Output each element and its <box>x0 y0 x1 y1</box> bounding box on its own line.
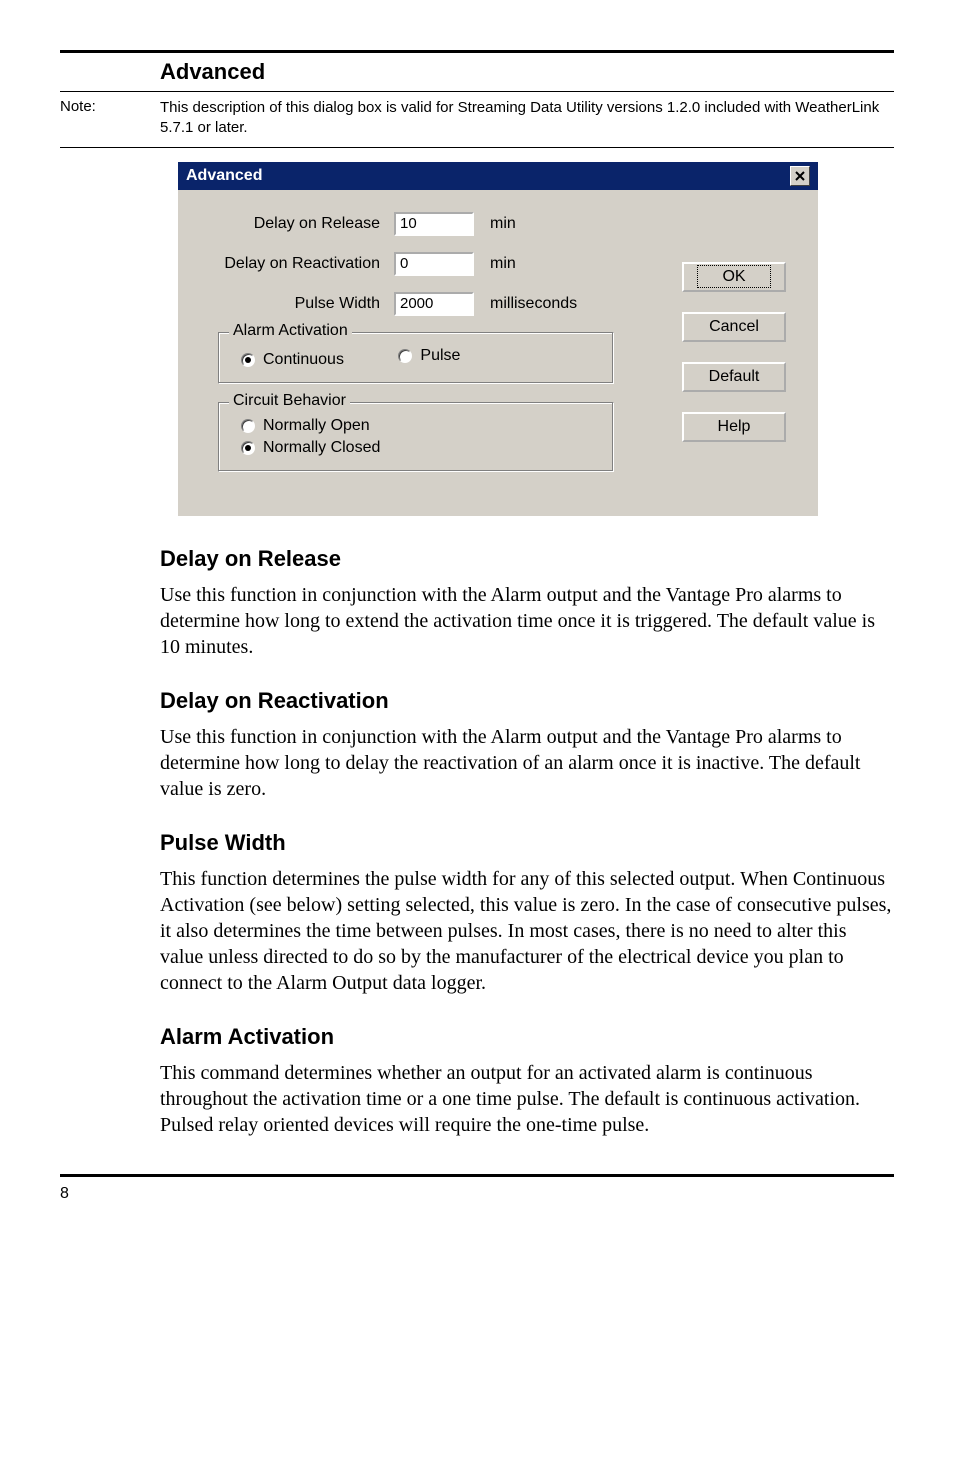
para-delay-release: Use this function in conjunction with th… <box>160 582 894 660</box>
page-number: 8 <box>60 1185 69 1202</box>
radio-dot-icon <box>398 349 412 363</box>
note-text: This description of this dialog box is v… <box>160 98 894 139</box>
radio-pulse-label: Pulse <box>420 347 460 365</box>
alarm-activation-group: Alarm Activation Continuous Pulse <box>218 332 614 384</box>
note-underline <box>60 147 894 148</box>
radio-continuous-label: Continuous <box>263 351 344 369</box>
title-underline <box>60 91 894 92</box>
delay-release-unit: min <box>474 215 516 233</box>
radio-dot-icon <box>241 353 255 367</box>
heading-delay-release: Delay on Release <box>160 546 894 572</box>
radio-open-label: Normally Open <box>263 417 370 435</box>
radio-dot-icon <box>241 419 255 433</box>
radio-closed-label: Normally Closed <box>263 439 380 457</box>
delay-release-input[interactable] <box>394 212 474 236</box>
alarm-activation-legend: Alarm Activation <box>229 322 352 340</box>
top-rule <box>60 50 894 53</box>
pulse-width-unit: milliseconds <box>474 295 577 313</box>
para-delay-react: Use this function in conjunction with th… <box>160 724 894 802</box>
close-icon[interactable] <box>790 166 810 186</box>
heading-alarm-activation: Alarm Activation <box>160 1024 894 1050</box>
pulse-width-input[interactable] <box>394 292 474 316</box>
help-button[interactable]: Help <box>682 412 786 442</box>
heading-delay-react: Delay on Reactivation <box>160 688 894 714</box>
para-alarm-activation: This command determines whether an outpu… <box>160 1060 894 1138</box>
radio-normally-closed[interactable]: Normally Closed <box>241 439 380 457</box>
radio-normally-open[interactable]: Normally Open <box>241 417 370 435</box>
para-pulse-width: This function determines the pulse width… <box>160 866 894 996</box>
dialog-title: Advanced <box>186 167 790 185</box>
cancel-button[interactable]: Cancel <box>682 312 786 342</box>
circuit-behavior-group: Circuit Behavior Normally Open Normally … <box>218 402 614 472</box>
page-footer: 8 <box>60 1174 894 1203</box>
ok-button-label: OK <box>697 265 770 288</box>
delay-react-unit: min <box>474 255 516 273</box>
ok-button[interactable]: OK <box>682 262 786 292</box>
dialog-advanced: Advanced OK Cancel Default Help Delay on… <box>178 162 818 516</box>
radio-dot-icon <box>241 441 255 455</box>
pulse-width-label: Pulse Width <box>204 295 394 313</box>
delay-release-label: Delay on Release <box>204 215 394 233</box>
dialog-titlebar: Advanced <box>178 162 818 190</box>
note-label: Note: <box>60 98 160 139</box>
delay-react-label: Delay on Reactivation <box>204 255 394 273</box>
delay-react-input[interactable] <box>394 252 474 276</box>
default-button[interactable]: Default <box>682 362 786 392</box>
page-title: Advanced <box>160 59 894 85</box>
radio-continuous[interactable]: Continuous <box>241 351 344 369</box>
heading-pulse-width: Pulse Width <box>160 830 894 856</box>
radio-pulse[interactable]: Pulse <box>398 347 460 365</box>
circuit-behavior-legend: Circuit Behavior <box>229 392 350 410</box>
